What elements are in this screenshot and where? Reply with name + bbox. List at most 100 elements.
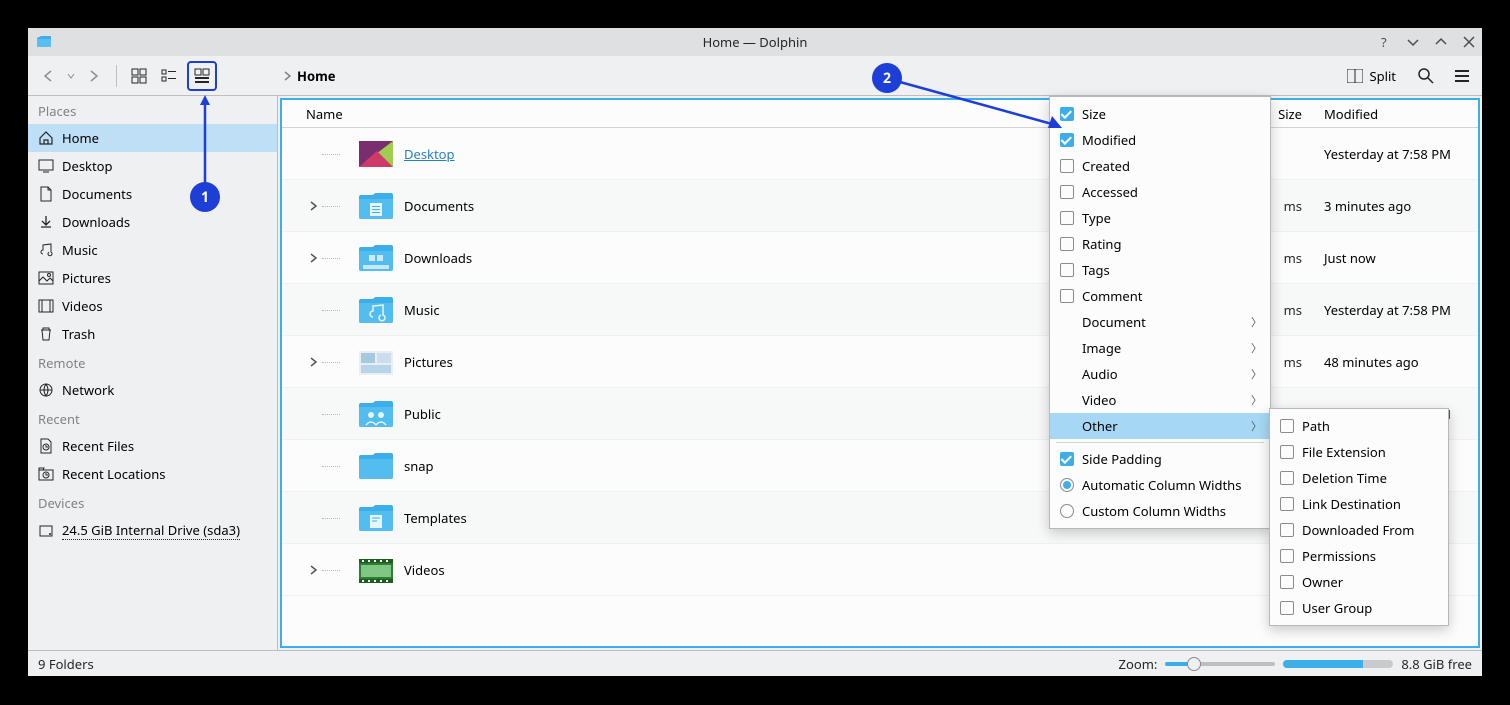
checkbox-icon: [1280, 445, 1294, 459]
expand-toggle[interactable]: [282, 201, 322, 211]
file-modified: 3 minutes ago: [1318, 197, 1478, 215]
disk-usage-bar: [1283, 660, 1393, 668]
menu-item-downloaded-from[interactable]: Downloaded From: [1270, 517, 1448, 543]
menu-item-link-destination[interactable]: Link Destination: [1270, 491, 1448, 517]
nav-back-button[interactable]: [36, 64, 60, 88]
menu-button[interactable]: [1450, 64, 1474, 88]
file-row[interactable]: DesktopYesterday at 7:58 PM: [282, 128, 1478, 180]
downloads-icon: [38, 214, 54, 230]
sidebar-item-trash[interactable]: Trash: [28, 320, 277, 348]
sidebar-item-music[interactable]: Music: [28, 236, 277, 264]
menu-item-image[interactable]: Image〉: [1050, 335, 1270, 361]
checkbox-icon: [1060, 185, 1074, 199]
checkbox-icon: [1280, 549, 1294, 563]
breadcrumb-home[interactable]: Home: [297, 67, 336, 85]
close-button[interactable]: [1462, 35, 1476, 49]
submenu-arrow-icon: 〉: [1251, 340, 1262, 356]
recentfiles-icon: [38, 438, 54, 454]
menu-item-other[interactable]: Other〉: [1050, 413, 1270, 439]
remote-header: Remote: [28, 348, 277, 376]
sidebar-item-24-5-gib-internal-drive-sda3-[interactable]: 24.5 GiB Internal Drive (sda3): [28, 516, 277, 545]
checkbox-icon: [1060, 211, 1074, 225]
home-icon: [38, 130, 54, 146]
checkbox-icon: [1280, 471, 1294, 485]
devices-header: Devices: [28, 488, 277, 516]
menu-item-owner[interactable]: Owner: [1270, 569, 1448, 595]
checkbox-icon: [1060, 237, 1074, 251]
help-button[interactable]: ?: [1378, 35, 1392, 49]
view-icons-button[interactable]: [127, 64, 151, 88]
other-submenu: PathFile ExtensionDeletion TimeLink Dest…: [1269, 408, 1449, 626]
file-row[interactable]: Documentsms3 minutes ago: [282, 180, 1478, 232]
menu-item-document[interactable]: Document〉: [1050, 309, 1270, 335]
checkbox-icon: [1280, 523, 1294, 537]
zoom-label: Zoom:: [1119, 655, 1158, 673]
menu-item-rating[interactable]: Rating: [1050, 231, 1270, 257]
videos-icon: [38, 298, 54, 314]
trash-icon: [38, 326, 54, 342]
folder-icon: [356, 290, 396, 330]
window-title: Home — Dolphin: [703, 33, 808, 51]
expand-toggle[interactable]: [282, 565, 322, 575]
split-button[interactable]: Split: [1341, 63, 1402, 89]
menu-item-permissions[interactable]: Permissions: [1270, 543, 1448, 569]
search-button[interactable]: [1414, 64, 1438, 88]
annotation-badge-2: 2: [872, 63, 902, 93]
menu-item-video[interactable]: Video〉: [1050, 387, 1270, 413]
expand-toggle[interactable]: [282, 357, 322, 367]
nav-back-menu[interactable]: [66, 64, 76, 88]
split-icon: [1347, 69, 1363, 83]
menu-item-user-group[interactable]: User Group: [1270, 595, 1448, 621]
folder-icon: [356, 238, 396, 278]
column-headers: Name Size Modified: [282, 100, 1478, 128]
sidebar-item-network[interactable]: Network: [28, 376, 277, 404]
checkbox-icon: [1060, 263, 1074, 277]
sidebar-item-recent-files[interactable]: Recent Files: [28, 432, 277, 460]
drive-icon: [38, 523, 54, 539]
sidebar-item-videos[interactable]: Videos: [28, 292, 277, 320]
sidebar-item-pictures[interactable]: Pictures: [28, 264, 277, 292]
checkbox-icon: [1060, 107, 1074, 121]
file-row[interactable]: DownloadsmsJust now: [282, 232, 1478, 284]
places-header: Places: [28, 96, 277, 124]
menu-item-type[interactable]: Type: [1050, 205, 1270, 231]
view-compact-button[interactable]: [157, 64, 181, 88]
submenu-arrow-icon: 〉: [1251, 314, 1262, 330]
column-modified[interactable]: Modified: [1318, 105, 1478, 123]
sidebar-item-downloads[interactable]: Downloads: [28, 208, 277, 236]
annotation-badge-1: 1: [190, 182, 220, 212]
zoom-slider[interactable]: [1165, 662, 1275, 666]
desktop-icon: [38, 158, 54, 174]
menu-item-side-padding[interactable]: Side Padding: [1050, 446, 1270, 472]
sidebar-item-desktop[interactable]: Desktop: [28, 152, 277, 180]
menu-item-automatic-column-widths[interactable]: Automatic Column Widths: [1050, 472, 1270, 498]
checkbox-icon: [1060, 133, 1074, 147]
menu-item-audio[interactable]: Audio〉: [1050, 361, 1270, 387]
sidebar-item-home[interactable]: Home: [28, 124, 277, 152]
maximize-button[interactable]: [1434, 35, 1448, 49]
menu-item-modified[interactable]: Modified: [1050, 127, 1270, 153]
file-modified: Yesterday at 7:58 PM: [1318, 301, 1478, 319]
file-row[interactable]: MusicmsYesterday at 7:58 PM: [282, 284, 1478, 336]
menu-item-file-extension[interactable]: File Extension: [1270, 439, 1448, 465]
checkbox-icon: [1280, 497, 1294, 511]
columns-context-menu: SizeModifiedCreatedAccessedTypeRatingTag…: [1049, 96, 1271, 529]
expand-toggle[interactable]: [282, 253, 322, 263]
menu-item-tags[interactable]: Tags: [1050, 257, 1270, 283]
view-details-button[interactable]: [187, 61, 217, 91]
checkbox-icon: [1060, 159, 1074, 173]
menu-item-deletion-time[interactable]: Deletion Time: [1270, 465, 1448, 491]
submenu-arrow-icon: 〉: [1251, 392, 1262, 408]
menu-item-path[interactable]: Path: [1270, 413, 1448, 439]
sidebar-item-documents[interactable]: Documents: [28, 180, 277, 208]
minimize-button[interactable]: [1406, 35, 1420, 49]
menu-item-created[interactable]: Created: [1050, 153, 1270, 179]
menu-item-comment[interactable]: Comment: [1050, 283, 1270, 309]
sidebar-item-recent-locations[interactable]: Recent Locations: [28, 460, 277, 488]
menu-item-size[interactable]: Size: [1050, 101, 1270, 127]
menu-item-custom-column-widths[interactable]: Custom Column Widths: [1050, 498, 1270, 524]
file-row[interactable]: Picturesms48 minutes ago: [282, 336, 1478, 388]
checkbox-icon: [1280, 419, 1294, 433]
menu-item-accessed[interactable]: Accessed: [1050, 179, 1270, 205]
nav-forward-button[interactable]: [82, 64, 106, 88]
